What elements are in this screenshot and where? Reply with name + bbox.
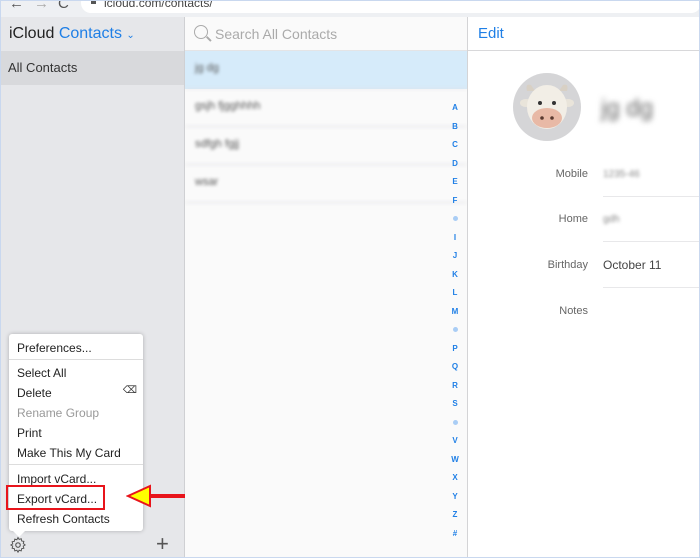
search-input[interactable] — [215, 23, 455, 45]
menu-item-make-my-card[interactable]: Make This My Card — [17, 446, 121, 460]
index-letter[interactable]: E — [448, 173, 462, 192]
index-letter[interactable]: X — [448, 469, 462, 488]
detail-header: Edit — [468, 17, 699, 51]
field-label-mobile: Mobile — [555, 168, 588, 180]
group-label: All Contacts — [8, 60, 78, 75]
gear-icon[interactable] — [9, 536, 27, 554]
menu-item-refresh-contacts[interactable]: Refresh Contacts — [17, 512, 110, 526]
add-contact-button[interactable]: + — [156, 531, 169, 557]
index-dot[interactable] — [448, 210, 462, 229]
index-letter[interactable]: D — [448, 155, 462, 174]
field-divider — [603, 196, 699, 197]
search-bar — [185, 17, 467, 51]
avatar — [513, 73, 581, 141]
index-letter[interactable]: M — [448, 303, 462, 322]
search-icon — [194, 25, 208, 39]
contact-name: gsjh fjgghhhh — [185, 89, 467, 127]
contact-full-name: jg dg — [601, 95, 654, 122]
browser-toolbar: ← → C icloud.com/contacts/ — [1, 0, 699, 17]
contact-row[interactable]: jg dg — [185, 51, 467, 89]
app-switcher[interactable]: Contacts ⌄ — [59, 25, 135, 42]
contact-row[interactable]: wsar — [185, 165, 467, 203]
edit-button[interactable]: Edit — [478, 25, 504, 42]
address-bar[interactable]: icloud.com/contacts/ — [81, 0, 699, 13]
menu-item-print[interactable]: Print — [17, 426, 42, 440]
contact-name: sdfgh fgjj — [185, 127, 467, 165]
sidebar-item-all-contacts[interactable]: All Contacts — [1, 51, 184, 85]
field-label-home: Home — [558, 213, 588, 225]
index-letter[interactable]: S — [448, 395, 462, 414]
index-letter[interactable]: V — [448, 432, 462, 451]
delete-key-icon: ⌫ — [122, 385, 137, 396]
index-letter[interactable]: B — [448, 118, 462, 137]
index-letter[interactable]: F — [448, 192, 462, 211]
cow-avatar-icon — [520, 84, 574, 129]
menu-item-select-all[interactable]: Select All — [17, 366, 66, 380]
annotation-arrow-icon — [126, 484, 192, 508]
index-letter[interactable]: Z — [448, 506, 462, 525]
index-dot[interactable] — [448, 321, 462, 340]
contact-row[interactable]: gsjh fjgghhhh — [185, 89, 467, 127]
index-letter[interactable]: R — [448, 377, 462, 396]
menu-item-rename-group: Rename Group — [17, 406, 100, 420]
app-label: Contacts — [58, 25, 122, 42]
menu-divider — [9, 359, 143, 360]
index-letter[interactable]: P — [448, 340, 462, 359]
contact-name: jg dg — [185, 51, 467, 89]
index-dot[interactable] — [448, 414, 462, 433]
menu-item-import-vcard[interactable]: Import vCard... — [17, 472, 96, 486]
contact-detail-pane: Edit jg dg Mobile 1235-46 Home gdh Birth… — [468, 17, 699, 557]
screen: ← → C icloud.com/contacts/ iCloud Contac… — [0, 0, 700, 558]
field-divider — [603, 287, 699, 288]
brand-label: iCloud — [9, 25, 55, 42]
export-highlight-box — [6, 485, 105, 510]
field-divider — [603, 241, 699, 242]
index-letter[interactable]: K — [448, 266, 462, 285]
chevron-down-icon: ⌄ — [126, 30, 135, 41]
field-value-mobile[interactable]: 1235-46 — [603, 169, 640, 180]
index-letter[interactable]: Y — [448, 488, 462, 507]
contact-name: wsar — [185, 165, 467, 203]
index-letter[interactable]: W — [448, 451, 462, 470]
field-label-notes: Notes — [559, 305, 588, 317]
menu-item-preferences[interactable]: Preferences... — [17, 341, 92, 355]
back-button[interactable]: ← — [9, 1, 24, 12]
menu-item-delete[interactable]: Delete — [17, 386, 52, 400]
menu-divider — [9, 464, 143, 465]
index-letter[interactable]: A — [448, 99, 462, 118]
url-text: icloud.com/contacts/ — [104, 0, 213, 10]
index-letter[interactable]: J — [448, 247, 462, 266]
index-letter[interactable]: I — [448, 229, 462, 248]
lock-icon — [91, 1, 96, 4]
sidebar-footer: + — [1, 530, 185, 557]
app-title: iCloud Contacts ⌄ — [1, 17, 184, 51]
index-letter[interactable]: # — [448, 525, 462, 544]
alphabet-index[interactable]: A B C D E F I J K L M P Q R S V W X Y Z # — [448, 99, 462, 543]
forward-button[interactable]: → — [34, 1, 49, 12]
index-letter[interactable]: C — [448, 136, 462, 155]
contact-list-pane: jg dg gsjh fjgghhhh sdfgh fgjj wsar ABCD… — [185, 17, 468, 557]
field-value-home[interactable]: gdh — [603, 214, 620, 225]
field-value-birthday: October 11 — [603, 258, 662, 272]
index-letter[interactable]: L — [448, 284, 462, 303]
field-label-birthday: Birthday — [547, 259, 588, 271]
index-letter[interactable]: Q — [448, 358, 462, 377]
contact-row[interactable]: sdfgh fgjj — [185, 127, 467, 165]
reload-button[interactable]: C — [58, 1, 69, 12]
